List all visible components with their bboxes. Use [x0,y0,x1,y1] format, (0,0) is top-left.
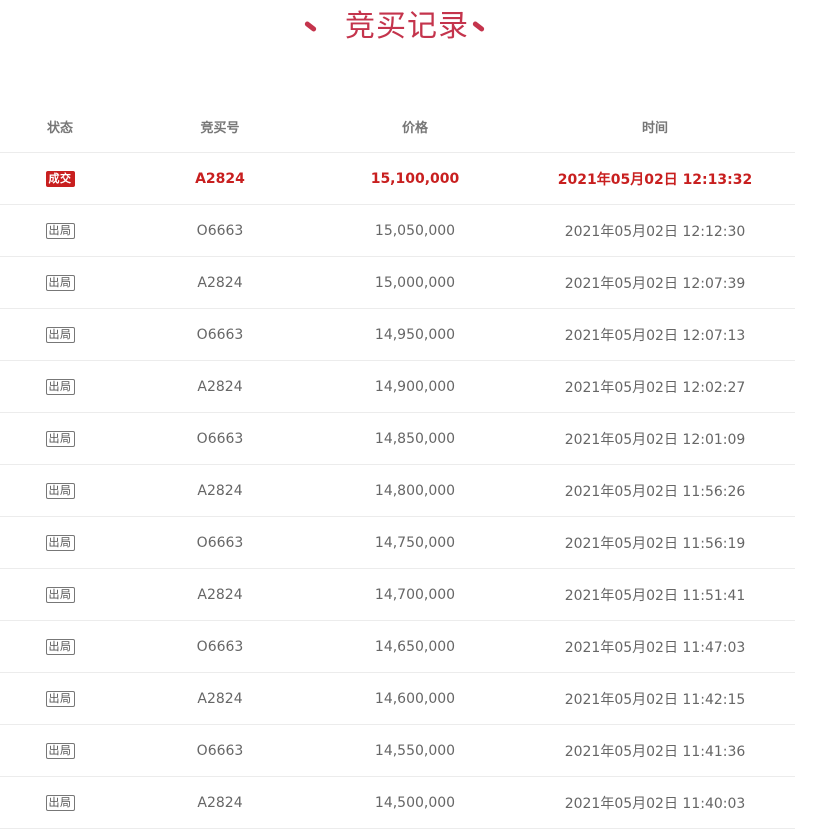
time-cell: 2021年05月02日 12:02:27 [564,379,746,396]
status-cell: 成交 [20,153,100,204]
time-cell: 2021年05月02日 11:51:41 [564,587,746,604]
price-cell: 14,750,000 [374,534,456,551]
bid-number-cell: O6663 [196,222,244,239]
bid-number-cell: O6663 [196,742,244,759]
price-cell: 15,000,000 [374,274,456,291]
status-cell: 出局 [20,465,100,516]
table-row: 出局 A2824 14,800,000 2021年05月02日 11:56:26 [0,465,795,517]
status-cell: 出局 [20,569,100,620]
time-cell: 2021年05月02日 11:42:15 [564,691,746,708]
status-cell: 出局 [20,205,100,256]
price-cell: 14,650,000 [374,638,456,655]
bid-number-cell: O6663 [196,638,244,655]
status-badge: 出局 [45,742,75,759]
price-cell: 14,800,000 [374,482,456,499]
table-row: 出局 A2824 14,500,000 2021年05月02日 11:40:03 [0,777,795,829]
status-badge: 出局 [45,638,75,655]
price-cell: 14,850,000 [374,430,456,447]
table-row: 成交 A2824 15,100,000 2021年05月02日 12:13:32 [0,153,795,205]
table-row: 出局 O6663 14,750,000 2021年05月02日 11:56:19 [0,517,795,569]
status-badge: 出局 [45,534,75,551]
status-badge: 成交 [45,170,75,187]
table-row: 出局 A2824 14,600,000 2021年05月02日 11:42:15 [0,673,795,725]
title-bar: 竞买记录 [0,0,814,92]
status-cell: 出局 [20,257,100,308]
table-row: 出局 O6663 14,650,000 2021年05月02日 11:47:03 [0,621,795,673]
status-cell: 出局 [20,777,100,828]
time-cell: 2021年05月02日 12:07:39 [564,275,746,292]
time-cell: 2021年05月02日 12:13:32 [557,171,753,188]
status-cell: 出局 [20,413,100,464]
table-row: 出局 O6663 14,550,000 2021年05月02日 11:41:36 [0,725,795,777]
bid-number-cell: A2824 [195,170,245,187]
bid-number-cell: A2824 [197,690,243,707]
bid-number-cell: A2824 [197,794,243,811]
table-header: 状态 竞买号 价格 时间 [0,100,795,153]
header-bid-number: 竞买号 [200,120,240,136]
time-cell: 2021年05月02日 12:12:30 [564,223,746,240]
status-badge: 出局 [45,482,75,499]
status-badge: 出局 [45,690,75,707]
bid-number-cell: O6663 [196,326,244,343]
status-cell: 出局 [20,361,100,412]
price-cell: 14,900,000 [374,378,456,395]
status-cell: 出局 [20,309,100,360]
table-row: 出局 O6663 14,950,000 2021年05月02日 12:07:13 [0,309,795,361]
table-row: 出局 O6663 14,850,000 2021年05月02日 12:01:09 [0,413,795,465]
status-badge: 出局 [45,586,75,603]
header-status: 状态 [46,120,73,136]
status-badge: 出局 [45,794,75,811]
bid-number-cell: O6663 [196,430,244,447]
time-cell: 2021年05月02日 11:40:03 [564,795,746,812]
price-cell: 14,550,000 [374,742,456,759]
time-cell: 2021年05月02日 11:47:03 [564,639,746,656]
time-cell: 2021年05月02日 11:41:36 [564,743,746,760]
price-cell: 15,050,000 [374,222,456,239]
bid-number-cell: A2824 [197,482,243,499]
table-row: 出局 O6663 15,050,000 2021年05月02日 12:12:30 [0,205,795,257]
price-cell: 15,100,000 [370,170,460,187]
page-title: 竞买记录 [345,9,469,44]
price-cell: 14,600,000 [374,690,456,707]
table-row: 出局 A2824 14,900,000 2021年05月02日 12:02:27 [0,361,795,413]
time-cell: 2021年05月02日 11:56:19 [564,535,746,552]
time-cell: 2021年05月02日 12:01:09 [564,431,746,448]
header-time: 时间 [641,120,668,136]
status-cell: 出局 [20,673,100,724]
price-cell: 14,700,000 [374,586,456,603]
status-badge: 出局 [45,274,75,291]
status-cell: 出局 [20,621,100,672]
status-badge: 出局 [45,430,75,447]
table-row: 出局 A2824 14,700,000 2021年05月02日 11:51:41 [0,569,795,621]
price-cell: 14,950,000 [374,326,456,343]
table-body: 成交 A2824 15,100,000 2021年05月02日 12:13:32 出局 O… [0,153,795,829]
bid-number-cell: A2824 [197,586,243,603]
bid-number-cell: A2824 [197,378,243,395]
table-row: 出局 A2824 15,000,000 2021年05月02日 12:07:39 [0,257,795,309]
status-cell: 出局 [20,725,100,776]
bid-number-cell: A2824 [197,274,243,291]
status-badge: 出局 [45,222,75,239]
time-cell: 2021年05月02日 11:56:26 [564,483,746,500]
status-badge: 出局 [45,326,75,343]
bid-number-cell: O6663 [196,534,244,551]
header-price: 价格 [401,120,428,136]
price-cell: 14,500,000 [374,794,456,811]
bid-records-table: 状态 竞买号 价格 时间 成交 A2824 15,100,000 2021年05月02… [0,100,795,829]
status-cell: 出局 [20,517,100,568]
status-badge: 出局 [45,378,75,395]
time-cell: 2021年05月02日 12:07:13 [564,327,746,344]
